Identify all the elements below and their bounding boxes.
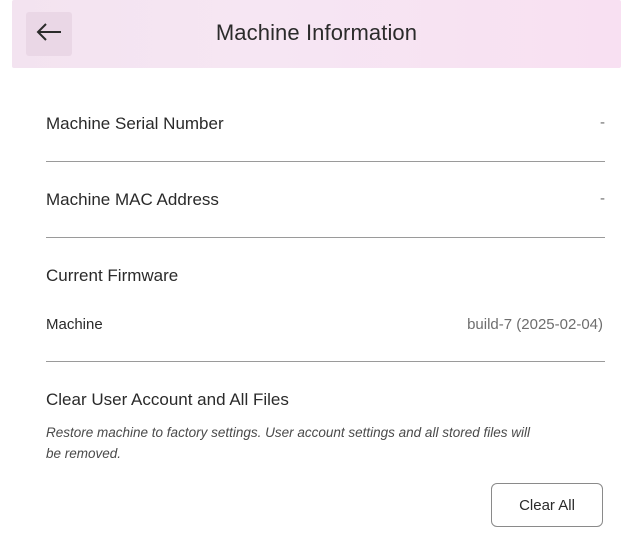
mac-address-label: Machine MAC Address <box>46 190 219 209</box>
top-app-bar: Machine Information <box>12 0 621 68</box>
clear-all-button[interactable]: Clear All <box>491 483 603 527</box>
serial-number-value: - <box>600 114 605 131</box>
firmware-machine-label: Machine <box>46 316 103 333</box>
mac-address-value: - <box>600 190 605 207</box>
firmware-machine-version: build-7 (2025-02-04) <box>467 316 603 333</box>
divider <box>46 161 605 162</box>
divider <box>46 361 605 362</box>
reset-description: Restore machine to factory settings. Use… <box>46 425 530 461</box>
divider <box>46 237 605 238</box>
page-title: Machine Information <box>215 20 418 45</box>
reset-heading: Clear User Account and All Files <box>46 390 289 409</box>
serial-number-label: Machine Serial Number <box>46 114 224 133</box>
firmware-heading: Current Firmware <box>46 266 179 285</box>
